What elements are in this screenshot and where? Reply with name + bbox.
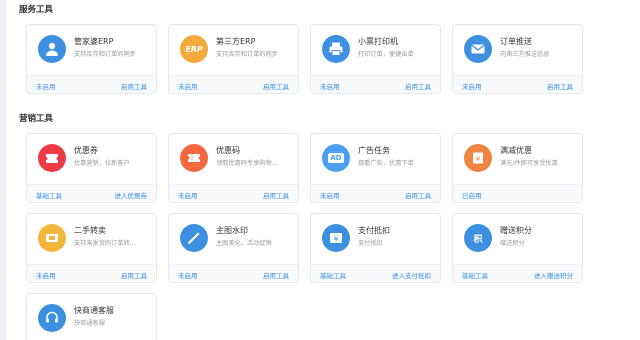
tool-status: 未启用 <box>178 83 198 91</box>
tool-name: 优惠码 <box>216 146 240 155</box>
tool-card-guanjiapo-erp[interactable]: 管家婆ERP 支持库存和订单的同步 未启用 启用工具 <box>26 24 157 94</box>
tool-desc: 支持未发货的订单转... <box>74 240 136 247</box>
tool-name: 小票打印机 <box>358 37 398 46</box>
tool-name: 二手转卖 <box>74 226 106 235</box>
tool-card-resale[interactable]: 二手转卖 支持未发货的订单转... 未启用 启用工具 <box>26 213 157 283</box>
printer-icon <box>322 35 350 63</box>
tool-name: 支付抵扣 <box>358 226 390 235</box>
mail-icon <box>464 35 492 63</box>
tool-name: 主图水印 <box>216 226 248 235</box>
tool-name: 满减优惠 <box>500 146 532 155</box>
tool-status: 未启用 <box>178 272 198 280</box>
tool-name: 赠送积分 <box>500 226 532 235</box>
tool-status: 未启用 <box>36 83 56 91</box>
tool-name: 快商通客服 <box>74 306 114 315</box>
enter-tool-link[interactable]: 进入优惠券 <box>115 190 148 200</box>
tool-name: 第三方ERP <box>216 37 256 46</box>
tool-desc: 满元/件即可享受优惠 <box>500 160 558 167</box>
tool-status: 基础工具 <box>462 272 488 280</box>
tool-status: 未启用 <box>36 272 56 280</box>
wand-icon <box>180 224 208 252</box>
tool-desc: 支持库存和订单的同步 <box>74 51 136 58</box>
enter-tool-link[interactable]: 进入赠送积分 <box>534 270 573 280</box>
enable-tool-link[interactable]: 启用工具 <box>263 81 289 91</box>
tool-desc: 主图美化，活动促销 <box>216 240 272 247</box>
tool-name: 广告任务 <box>358 146 390 155</box>
ticket-icon <box>180 144 208 172</box>
tool-card-full-reduction[interactable]: ¥ 满减优惠 满元/件即可享受优惠 已启用 <box>452 133 583 203</box>
erp-icon: ERP <box>180 35 208 63</box>
user-icon <box>38 35 66 63</box>
section-title-service: 服务工具 <box>19 5 54 15</box>
tool-status: 基础工具 <box>36 192 62 200</box>
tool-desc: 优惠营销，拉新客户 <box>74 160 130 167</box>
yen-icon: ¥ <box>322 224 350 252</box>
tool-status: 未启用 <box>320 192 340 200</box>
enable-tool-link[interactable]: 启用工具 <box>263 270 289 280</box>
tool-name: 管家婆ERP <box>74 37 114 46</box>
coupon-icon <box>38 144 66 172</box>
tool-card-watermark[interactable]: 主图水印 主图美化，活动促销 未启用 启用工具 <box>168 213 299 283</box>
tool-desc: 支持库存和订单的同步 <box>216 51 278 58</box>
tool-desc: 向第三方推送信息 <box>500 51 550 58</box>
tool-status: 未启用 <box>178 192 198 200</box>
tool-status: 未启用 <box>462 83 482 91</box>
resale-icon <box>38 224 66 252</box>
tool-desc: 领取优惠码专享购物... <box>216 160 278 167</box>
tool-desc: 观看广告，优惠下单 <box>358 160 414 167</box>
tool-desc: 快商通客服 <box>74 320 105 327</box>
tool-desc: 支付抵扣 <box>358 240 383 247</box>
tool-card-bonus-points[interactable]: 积 赠送积分 赠送积分 基础工具 进入赠送积分 <box>452 213 583 283</box>
tool-status: 未启用 <box>320 83 340 91</box>
tool-card-ad-task[interactable]: AD 广告任务 观看广告，优惠下单 未启用 启用工具 <box>310 133 441 203</box>
headset-icon <box>38 304 66 332</box>
enable-tool-link[interactable]: 启用工具 <box>121 270 147 280</box>
tool-card-promo-code[interactable]: 优惠码 领取优惠码专享购物... 未启用 启用工具 <box>168 133 299 203</box>
points-icon: 积 <box>464 224 492 252</box>
tool-card-kuaishangtong[interactable]: 快商通客服 快商通客服 <box>26 293 157 340</box>
svg-text:¥: ¥ <box>476 155 481 163</box>
enable-tool-link[interactable]: 启用工具 <box>547 81 573 91</box>
svg-text:¥: ¥ <box>333 235 338 244</box>
tool-card-order-push[interactable]: 订单推送 向第三方推送信息 未启用 启用工具 <box>452 24 583 94</box>
tool-card-payment-deduction[interactable]: ¥ 支付抵扣 支付抵扣 基础工具 进入支付抵扣 <box>310 213 441 283</box>
tool-name: 订单推送 <box>500 37 532 46</box>
tool-card-coupon[interactable]: 优惠券 优惠营销，拉新客户 基础工具 进入优惠券 <box>26 133 157 203</box>
enable-tool-link[interactable]: 启用工具 <box>405 81 431 91</box>
enter-tool-link[interactable]: 进入支付抵扣 <box>392 270 431 280</box>
section-title-marketing: 营销工具 <box>19 114 54 124</box>
tools-page: 服务工具 管家婆ERP 支持库存和订单的同步 未启用 启用工具 ERP 第三方E… <box>0 0 640 340</box>
tool-status: 基础工具 <box>320 272 346 280</box>
tool-card-receipt-printer[interactable]: 小票打印机 打印订单，便捷出单 未启用 启用工具 <box>310 24 441 94</box>
enable-tool-link[interactable]: 启用工具 <box>121 81 147 91</box>
enable-tool-link[interactable]: 启用工具 <box>405 190 431 200</box>
tool-name: 优惠券 <box>74 146 98 155</box>
discount-icon: ¥ <box>464 144 492 172</box>
tool-card-third-party-erp[interactable]: ERP 第三方ERP 支持库存和订单的同步 未启用 启用工具 <box>168 24 299 94</box>
ad-icon: AD <box>322 144 350 172</box>
tool-desc: 打印订单，便捷出单 <box>358 51 414 58</box>
tool-desc: 赠送积分 <box>500 240 525 247</box>
enable-tool-link[interactable]: 启用工具 <box>263 190 289 200</box>
tool-status: 已启用 <box>462 192 482 200</box>
